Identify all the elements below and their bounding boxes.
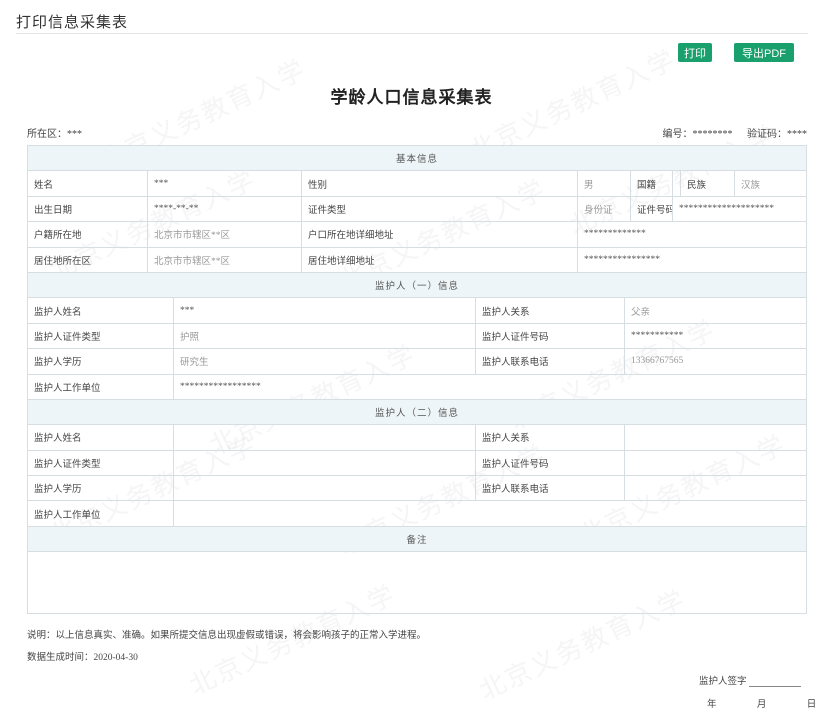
g1-phone-value: 13366767565 bbox=[623, 348, 808, 375]
g2-name-label: 监护人姓名 bbox=[27, 424, 174, 451]
g1-workplace-label: 监护人工作单位 bbox=[27, 373, 174, 400]
residence-district-value: 北京市市辖区**区 bbox=[147, 246, 302, 273]
g2-workplace-label: 监护人工作单位 bbox=[27, 500, 174, 527]
g2-phone-value bbox=[623, 475, 808, 502]
residence-district-label: 居住地所在区 bbox=[27, 246, 148, 273]
g2-relation-label: 监护人关系 bbox=[475, 424, 625, 451]
g1-education-label: 监护人学历 bbox=[27, 348, 174, 375]
g1-id-type-value: 护照 bbox=[173, 322, 476, 350]
disclaimer-note: 说明：以上信息真实、准确。如果所提交信息出现虚假或错误，将会影响孩子的正常入学进… bbox=[27, 631, 427, 641]
name-label: 姓名 bbox=[27, 170, 148, 197]
form-meta: 编号：******** 验证码：**** bbox=[651, 125, 808, 140]
info-table: 基本信息 姓名 *** 性别 男 国籍 中国 民族 汉族 出生日期 ****-*… bbox=[26, 144, 808, 615]
g1-id-type-label: 监护人证件类型 bbox=[27, 322, 174, 350]
section-guardian-1: 监护人（一）信息 bbox=[26, 271, 808, 299]
hukou-address-label: 户口所在地详细地址 bbox=[301, 221, 578, 248]
residence-address-value: **************** bbox=[576, 246, 808, 273]
g1-id-number-label: 监护人证件号码 bbox=[475, 322, 625, 350]
g2-id-type-label: 监护人证件类型 bbox=[27, 449, 174, 477]
g2-education-label: 监护人学历 bbox=[27, 475, 174, 502]
district-label: 所在区：*** bbox=[27, 129, 82, 140]
g2-id-type-value bbox=[173, 449, 476, 477]
page-title: 打印信息采集表 bbox=[16, 14, 129, 31]
nationality-value: 中国 bbox=[672, 170, 681, 197]
g1-name-value: *** bbox=[173, 297, 476, 324]
g1-education-value: 研究生 bbox=[173, 348, 476, 375]
g1-relation-label: 监护人关系 bbox=[475, 297, 625, 324]
birth-label: 出生日期 bbox=[27, 195, 148, 223]
hukou-address-value: ************* bbox=[576, 221, 808, 248]
section-guardian-2: 监护人（二）信息 bbox=[26, 398, 808, 426]
residence-address-label: 居住地详细地址 bbox=[301, 246, 578, 273]
g1-id-number-value: *********** bbox=[623, 322, 808, 350]
form-title: 学龄人口信息采集表 bbox=[330, 88, 493, 107]
form-number: 编号：******** bbox=[662, 129, 733, 140]
g2-name-value bbox=[173, 424, 476, 451]
print-button[interactable]: 打印 bbox=[678, 43, 712, 62]
g2-workplace-value bbox=[172, 500, 808, 527]
g2-id-number-label: 监护人证件号码 bbox=[475, 449, 625, 477]
g2-id-number-value bbox=[623, 449, 808, 477]
hukou-value: 北京市市辖区**区 bbox=[147, 221, 302, 248]
signature-line bbox=[748, 686, 801, 687]
ethnicity-label: 民族 bbox=[680, 170, 735, 197]
export-pdf-button[interactable]: 导出PDF bbox=[734, 43, 794, 62]
section-remarks: 备注 bbox=[26, 525, 808, 553]
g1-name-label: 监护人姓名 bbox=[27, 297, 174, 324]
signature-date: 年 月 日 bbox=[707, 696, 816, 710]
g2-phone-label: 监护人联系电话 bbox=[475, 475, 625, 502]
g1-relation-value: 父亲 bbox=[623, 297, 808, 324]
gender-value: 男 bbox=[577, 170, 631, 197]
page-header: 打印信息采集表 bbox=[16, 0, 808, 34]
birth-value: ****-**-** bbox=[147, 195, 302, 223]
gender-label: 性别 bbox=[301, 170, 578, 197]
g2-education-value bbox=[173, 475, 476, 502]
hukou-label: 户籍所在地 bbox=[27, 221, 148, 248]
month-label: 月 bbox=[756, 700, 767, 710]
remarks-area bbox=[26, 551, 808, 615]
id-type-value: 身份证 bbox=[577, 195, 631, 223]
ethnicity-value: 汉族 bbox=[733, 170, 808, 197]
id-number-label: 证件号码 bbox=[630, 195, 673, 223]
nationality-label: 国籍 bbox=[630, 170, 673, 197]
signature-label: 监护人签字 bbox=[699, 677, 747, 687]
day-label: 日 bbox=[806, 700, 817, 710]
generation-time: 数据生成时间：2020-04-30 bbox=[27, 653, 138, 663]
g2-relation-value bbox=[623, 424, 808, 451]
guardian-signature: 监护人签字 bbox=[699, 673, 801, 687]
year-label: 年 bbox=[707, 700, 717, 710]
name-value: *** bbox=[147, 170, 302, 197]
id-type-label: 证件类型 bbox=[301, 195, 578, 223]
g1-workplace-value: ***************** bbox=[172, 373, 808, 400]
section-basic-info: 基本信息 bbox=[26, 144, 808, 172]
verify-code: 验证码：**** bbox=[747, 129, 807, 140]
id-number-value: ******************** bbox=[671, 195, 808, 223]
g1-phone-label: 监护人联系电话 bbox=[475, 348, 625, 375]
